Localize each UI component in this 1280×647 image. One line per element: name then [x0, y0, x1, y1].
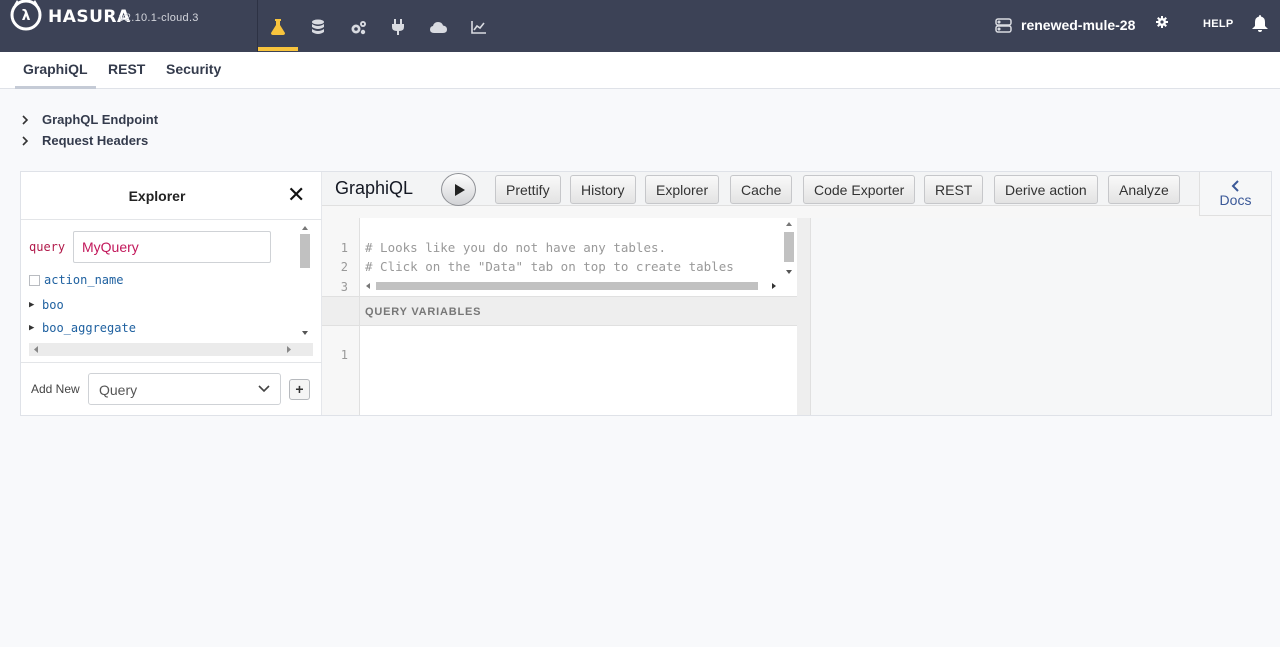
hasura-logo-icon[interactable]: λ	[8, 0, 44, 34]
request-headers-toggle[interactable]: Request Headers	[22, 133, 148, 148]
line-number: 3	[340, 280, 348, 294]
graphql-endpoint-label: GraphQL Endpoint	[42, 112, 159, 127]
graphiql-panel: Explorer ✕ query MyQuery action_name ▶ b…	[20, 171, 1272, 416]
line-number: 2	[340, 260, 348, 274]
history-button[interactable]: History	[570, 175, 636, 204]
graphiql-toolbar: GraphiQL Prettify History Explorer Cache…	[322, 172, 1271, 206]
explorer-title: Explorer	[128, 188, 186, 204]
code-line: # Looks like you do not have any tables.	[365, 240, 667, 255]
result-pane	[810, 218, 1271, 415]
chevron-left-icon	[1231, 180, 1239, 192]
chevron-right-icon	[22, 135, 29, 146]
operation-keyword: query	[29, 240, 66, 254]
explorer-header: Explorer ✕	[21, 172, 322, 220]
actions-cogs-icon[interactable]	[338, 14, 378, 40]
query-variables-header[interactable]: QUERY VARIABLES	[322, 296, 797, 326]
top-navbar: λ HASURA v2.10.1-cloud.3 renewed-mule-28…	[0, 0, 1280, 52]
graphiql-editor-area: GraphiQL Prettify History Explorer Cache…	[322, 172, 1271, 415]
line-number: 1	[340, 348, 348, 362]
explorer-horizontal-scrollbar[interactable]	[29, 343, 313, 356]
tab-rest[interactable]: REST	[108, 61, 145, 77]
variables-editor[interactable]: 1	[322, 326, 797, 415]
cache-button[interactable]: Cache	[730, 175, 793, 204]
editor-horizontal-scrollbar[interactable]	[363, 280, 781, 292]
data-database-icon[interactable]	[298, 14, 338, 40]
execute-query-button[interactable]	[441, 173, 476, 206]
code-exporter-button[interactable]: Code Exporter	[803, 175, 916, 204]
editor-result-splitter[interactable]	[797, 218, 810, 415]
caret-right-icon: ▶	[29, 300, 35, 310]
caret-right-icon: ▶	[29, 323, 35, 333]
version-label: v2.10.1-cloud.3	[119, 12, 199, 24]
derive-action-button[interactable]: Derive action	[994, 175, 1098, 204]
api-flask-icon[interactable]	[258, 14, 298, 51]
graphql-endpoint-toggle[interactable]: GraphQL Endpoint	[22, 112, 158, 127]
server-icon	[995, 17, 1012, 33]
query-variables-label: QUERY VARIABLES	[365, 306, 482, 318]
help-link[interactable]: HELP	[1203, 18, 1234, 30]
project-selector[interactable]: renewed-mule-28	[995, 15, 1135, 35]
field-item[interactable]: ▶ boo_aggregate	[29, 321, 136, 335]
tab-graphiql[interactable]: GraphiQL	[15, 61, 96, 89]
notifications-bell-icon[interactable]	[1252, 15, 1268, 32]
events-cloud-icon[interactable]	[418, 14, 458, 40]
operation-name-input[interactable]: MyQuery	[73, 231, 271, 263]
query-editor[interactable]: 1 2 3 # Looks like you do not have any t…	[322, 218, 797, 296]
checkbox[interactable]	[29, 274, 40, 286]
api-subnav: GraphiQL REST Security	[0, 52, 1280, 89]
analyze-button[interactable]: Analyze	[1108, 175, 1180, 204]
prettify-button[interactable]: Prettify	[495, 175, 561, 204]
field-item[interactable]: action_name	[29, 273, 123, 287]
field-name: boo	[42, 298, 64, 312]
chevron-right-icon	[22, 114, 29, 125]
line-number-gutter	[322, 326, 360, 415]
operation-type-select[interactable]: Query	[88, 373, 281, 405]
editor-vertical-scrollbar[interactable]	[783, 220, 795, 278]
field-name: action_name	[44, 273, 124, 287]
tab-security[interactable]: Security	[166, 61, 221, 77]
close-icon[interactable]: ✕	[287, 184, 305, 206]
explorer-pane: Explorer ✕ query MyQuery action_name ▶ b…	[21, 172, 322, 415]
field-name: boo_aggregate	[42, 321, 136, 335]
request-headers-label: Request Headers	[42, 133, 149, 148]
operation-type-value: Query	[99, 382, 138, 398]
project-name: renewed-mule-28	[1021, 17, 1136, 33]
settings-gear-icon[interactable]	[1156, 16, 1168, 28]
remote-schemas-plug-icon[interactable]	[378, 14, 418, 40]
chevron-down-icon	[258, 385, 270, 393]
add-new-operation-bar: Add New Query +	[21, 362, 322, 415]
rest-button[interactable]: REST	[924, 175, 984, 204]
explorer-vertical-scrollbar[interactable]	[299, 224, 311, 339]
docs-button[interactable]: Docs	[1199, 172, 1271, 216]
play-icon	[454, 183, 465, 196]
svg-text:λ: λ	[22, 8, 31, 24]
monitoring-chart-icon[interactable]	[458, 14, 498, 40]
explorer-toggle-button[interactable]: Explorer	[645, 175, 720, 204]
add-new-label: Add New	[31, 382, 80, 396]
docs-label: Docs	[1219, 192, 1252, 208]
code-line: # Click on the "Data" tab on top to crea…	[365, 259, 734, 274]
field-item[interactable]: ▶ boo	[29, 298, 64, 312]
gutter-strip	[322, 297, 360, 325]
add-operation-button[interactable]: +	[289, 379, 310, 400]
graphiql-title: GraphiQL	[335, 178, 414, 198]
line-number: 1	[340, 241, 348, 255]
